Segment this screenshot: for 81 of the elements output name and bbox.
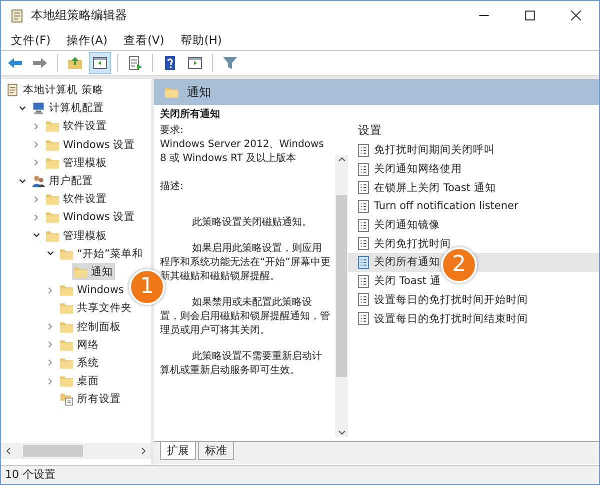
menu-item[interactable]: 帮助(H) — [178, 32, 224, 48]
setting-item[interactable]: 关闭通知镜像 — [348, 216, 599, 234]
view-tab[interactable]: 扩展 — [160, 442, 196, 460]
description-label: 描述: — [160, 180, 184, 194]
folder-icon — [59, 338, 74, 352]
folder-icon — [45, 156, 60, 170]
folder-icon — [45, 228, 60, 243]
setting-item[interactable]: Turn off notification listener — [348, 197, 599, 216]
setting-item[interactable]: 关闭通知网络使用 — [348, 160, 599, 178]
setting-icon — [358, 274, 369, 288]
scroll-icon — [5, 83, 20, 98]
status-bar: 10 个设置 — [1, 465, 599, 484]
setting-icon — [358, 293, 369, 306]
tree-item[interactable]: 桌面 — [58, 372, 101, 390]
tree-item[interactable]: 网络 — [58, 336, 101, 354]
setting-icon — [358, 181, 369, 194]
computer-icon — [31, 101, 46, 116]
setting-item[interactable]: 在锁屏上关闭 Toast 通知 — [348, 178, 599, 198]
column-header[interactable]: 设置 — [348, 123, 599, 141]
vertical-scrollbar[interactable] — [335, 155, 348, 437]
view-tab[interactable]: 标准 — [198, 442, 234, 460]
menu-item[interactable]: 查看(V) — [121, 32, 166, 48]
folder-icon — [59, 320, 74, 334]
tree-item[interactable]: 控制面板 — [58, 318, 123, 336]
tree-item[interactable]: 通知 — [72, 263, 115, 280]
horizontal-scrollbar[interactable] — [1, 443, 151, 459]
requirement-label: 要求: — [160, 124, 184, 138]
setting-icon — [358, 144, 369, 157]
tree-item[interactable]: “开始”菜单和 — [58, 245, 145, 262]
export-document-icon — [127, 55, 143, 71]
folder-icon — [59, 283, 74, 298]
tree-item[interactable]: 软件设置 — [44, 118, 109, 135]
tree-item[interactable]: 所有设置 — [58, 390, 123, 408]
callout-badge: 2 — [441, 247, 477, 283]
tree-item[interactable]: 系统 — [58, 354, 101, 372]
folder-icon — [45, 192, 60, 206]
users-icon — [31, 174, 46, 188]
description-paragraph: 此策略设置不需要重新启动计算机或重新启动服务即可生效。 — [160, 350, 323, 378]
help-icon — [162, 55, 178, 71]
up-folder-icon — [67, 55, 83, 71]
back-arrow-icon — [7, 55, 23, 71]
filter-icon — [222, 55, 238, 71]
folder-icon — [59, 356, 74, 370]
menu-item[interactable]: 操作(A) — [64, 32, 110, 48]
menu-item[interactable]: 文件(F) — [9, 32, 53, 48]
setting-icon — [358, 162, 369, 176]
folder-icon — [59, 246, 74, 261]
setting-icon — [358, 312, 369, 326]
requirement-text: Windows Server 2012、Windows 8 或 Windows RT 及以上版本 — [160, 138, 325, 166]
tree-item[interactable]: 用户配置 — [30, 172, 95, 190]
policy-editor-icon — [9, 8, 25, 24]
window-title: 本地组策略编辑器 — [31, 7, 127, 24]
setting-item[interactable]: 设置每日的免打扰时间开始时间 — [348, 290, 599, 310]
folder-icon — [73, 264, 88, 279]
forward-arrow-icon — [32, 55, 48, 71]
tree-item[interactable]: 本地计算机 策略 — [4, 82, 106, 99]
folder-icon — [59, 374, 74, 388]
tree-toggle-button[interactable] — [89, 52, 111, 74]
setting-item[interactable]: 设置每日的免打扰时间结束时间 — [348, 309, 599, 328]
tree-item[interactable]: 计算机配置 — [30, 100, 106, 117]
tree-item[interactable]: Windows 设置 — [44, 208, 138, 226]
tree-item[interactable]: 管理模板 — [44, 154, 109, 172]
tree-item[interactable]: Windows — [58, 282, 126, 299]
folder-icon — [164, 85, 179, 99]
setting-icon — [358, 218, 369, 232]
tree-item[interactable]: 管理模板 — [44, 227, 109, 244]
setting-icon — [358, 237, 369, 250]
folder-icon — [45, 119, 60, 134]
pane-title: 通知 — [187, 84, 211, 100]
folder-icon — [45, 138, 60, 152]
window-pane-icon — [92, 55, 108, 71]
folder-icon — [45, 210, 60, 224]
setting-icon — [358, 200, 369, 213]
settings-folder-icon — [59, 392, 74, 406]
policy-title: 关闭所有通知 — [160, 108, 221, 122]
folder-icon — [59, 301, 74, 316]
tree-item[interactable]: Windows 设置 — [44, 136, 138, 154]
tree-item[interactable]: 软件设置 — [44, 190, 109, 208]
setting-item[interactable]: 免打扰时间期间关闭呼叫 — [348, 141, 599, 160]
window-pane-icon — [187, 55, 203, 71]
description-paragraph: 此策略设置关闭磁贴通知。 — [191, 216, 313, 230]
